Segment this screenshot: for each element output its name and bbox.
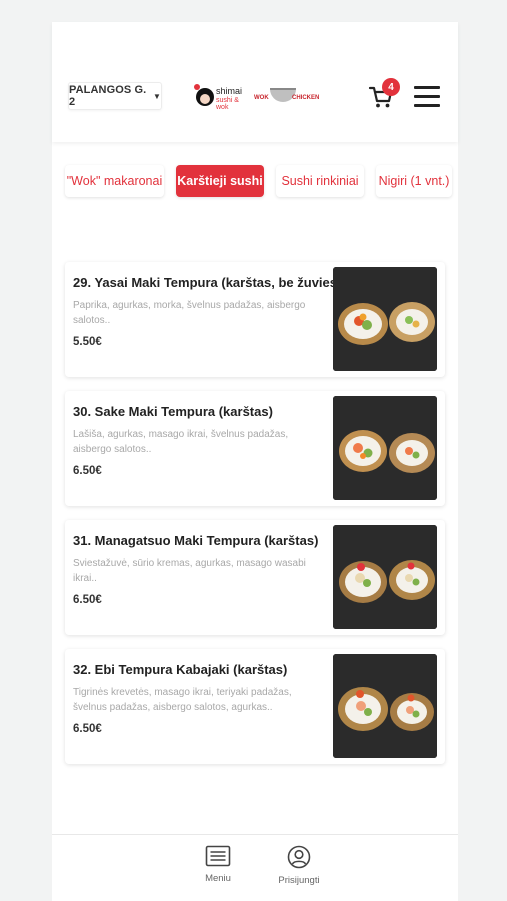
location-label: PALANGOS G. 2 <box>69 84 147 108</box>
tab-label: Sushi rinkiniai <box>281 174 359 188</box>
logo-chicken-text: CHICKEN <box>292 95 320 101</box>
logo-face <box>196 88 214 106</box>
hamburger-menu-button[interactable] <box>414 86 440 108</box>
product-description: Sviestažuvė, sūrio kremas, agurkas, masa… <box>73 558 306 584</box>
product-card[interactable]: 29. Yasai Maki Tempura (karštas, be žuvi… <box>65 262 445 377</box>
nav-login-label: Prisijungti <box>278 875 320 886</box>
header: PALANGOS G. 2 ▼ shimai sushi & wok WOK C… <box>52 22 458 142</box>
menu-list-icon <box>205 845 231 867</box>
tab-karstieji-sushi[interactable]: Karštieji sushi <box>176 165 264 197</box>
product-card[interactable]: 30. Sake Maki Tempura (karštas) Lašiša, … <box>65 391 445 506</box>
product-price: 5.50€ <box>73 336 102 348</box>
logo-wok-text: WOK <box>254 95 269 101</box>
tab-sushi-rinkiniai[interactable]: Sushi rinkiniai <box>276 165 364 197</box>
nav-login[interactable]: Prisijungti <box>269 845 329 897</box>
tab-nigiri[interactable]: Nigiri (1 vnt.) <box>376 165 452 197</box>
hamburger-line <box>414 104 440 107</box>
product-image[interactable] <box>333 396 437 500</box>
tab-label: Nigiri (1 vnt.) <box>378 174 450 188</box>
cart-count-badge: 4 <box>382 78 400 96</box>
product-image[interactable] <box>333 267 437 371</box>
product-card[interactable]: 32. Ebi Tempura Kabajaki (karštas) Tigri… <box>65 649 445 764</box>
product-title: 32. Ebi Tempura Kabajaki (karštas) <box>73 662 288 677</box>
hamburger-line <box>414 95 440 98</box>
product-image[interactable] <box>333 525 437 629</box>
sushi-image <box>333 525 437 629</box>
product-card[interactable]: 31. Managatsuo Maki Tempura (karštas) Sv… <box>65 520 445 635</box>
sushi-image <box>333 654 437 758</box>
nav-menu-label: Meniu <box>205 873 231 884</box>
sushi-image <box>333 267 437 371</box>
product-description: Lašiša, agurkas, masago ikrai, švelnus p… <box>73 429 289 455</box>
product-description: Paprika, agurkas, morka, švelnus padažas… <box>73 300 306 326</box>
bottom-navigation: Meniu Prisijungti <box>52 834 458 901</box>
logo-shimai-text: shimai <box>216 86 243 96</box>
category-tabs: "Wok" makaronai Karštieji sushi Sushi ri… <box>52 162 458 202</box>
logo-shimai-subtext: sushi & wok <box>216 97 239 111</box>
product-title: 29. Yasai Maki Tempura (karštas, be žuvi… <box>73 275 342 290</box>
product-description: Tigrinės krevetės, masago ikrai, teriyak… <box>73 687 292 713</box>
tab-label: Karštieji sushi <box>177 174 263 188</box>
product-price: 6.50€ <box>73 465 102 477</box>
product-price: 6.50€ <box>73 723 102 735</box>
shimai-logo[interactable]: shimai sushi & wok <box>194 82 250 111</box>
app-screen: PALANGOS G. 2 ▼ shimai sushi & wok WOK C… <box>52 22 458 901</box>
user-icon <box>287 845 311 869</box>
hamburger-icon <box>414 86 440 89</box>
nav-menu[interactable]: Meniu <box>188 845 248 897</box>
tab-label: "Wok" makaronai <box>66 174 163 188</box>
product-price: 6.50€ <box>73 594 102 606</box>
product-title: 31. Managatsuo Maki Tempura (karštas) <box>73 533 319 548</box>
location-selector[interactable]: PALANGOS G. 2 ▼ <box>68 82 162 110</box>
wok-chicken-logo[interactable]: WOK CHICKEN <box>254 86 320 106</box>
tab-wok-makaronai[interactable]: "Wok" makaronai <box>65 165 164 197</box>
caret-down-icon: ▼ <box>152 91 161 101</box>
product-title: 30. Sake Maki Tempura (karštas) <box>73 404 273 419</box>
sushi-image <box>333 396 437 500</box>
product-image[interactable] <box>333 654 437 758</box>
